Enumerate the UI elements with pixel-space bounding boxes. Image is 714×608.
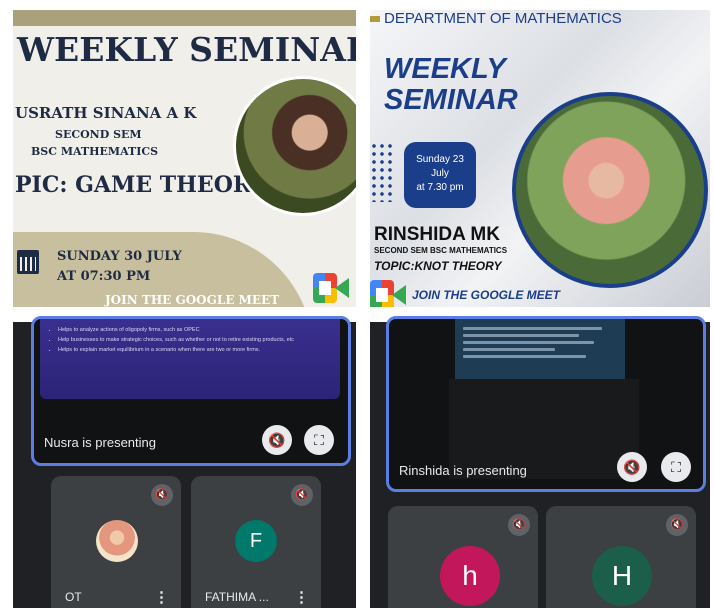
slide-bullet: Help businesses to make strategic choice… <box>58 335 330 345</box>
slide-bullet: Helps to analyze actions of oligopoly fi… <box>58 325 330 335</box>
mic-off-icon[interactable]: 🔇 <box>617 452 647 482</box>
seminar-date-time: AT 07:30 PM <box>57 269 151 284</box>
seminar-poster-right: DEPARTMENT OF MATHEMATICS WEEKLY SEMINAR… <box>370 10 710 307</box>
avatar: H <box>592 546 652 606</box>
presenter-name: RINSHIDA MK <box>374 224 500 245</box>
avatar: h <box>440 546 500 606</box>
google-meet-icon <box>313 273 349 303</box>
date-badge-month: July <box>431 168 449 179</box>
department-logo <box>370 16 380 22</box>
participant-tile[interactable]: 🔇 F FATHIMA ... ⋮ <box>191 476 321 608</box>
mic-off-icon[interactable]: 🔇 <box>262 425 292 455</box>
more-vert-icon[interactable]: ⋮ <box>154 588 169 606</box>
presenter-course: BSC MATHEMATICS <box>31 145 159 158</box>
date-badge-time: at 7.30 pm <box>416 182 464 193</box>
meet-screen-right: Rinshida is presenting 🔇 ⛶ 🔇 h 🔇 H <box>370 316 710 608</box>
participant-tile[interactable]: 🔇 OT ⋮ <box>51 476 181 608</box>
participant-name: OT <box>65 590 82 604</box>
department-name: DEPARTMENT OF MATHEMATICS <box>384 10 622 27</box>
meet-screen-left: Helps to analyze actions of oligopoly fi… <box>13 316 356 608</box>
presenter-semester: SECOND SEM <box>55 128 142 141</box>
mic-off-icon: 🔇 <box>666 514 688 536</box>
seminar-date: SUNDAY 30 JULY AT 07:30 PM <box>57 247 182 287</box>
poster-title-line1: WEEKLY <box>384 53 506 85</box>
participant-tile[interactable]: 🔇 H <box>546 506 696 608</box>
participant-name: FATHIMA ... <box>205 590 269 604</box>
presentation-stage[interactable]: Helps to analyze actions of oligopoly fi… <box>31 316 351 466</box>
seminar-date-day: SUNDAY 30 JULY <box>57 249 182 264</box>
mic-off-icon: 🔇 <box>151 484 173 506</box>
presenter-semester: SECOND SEM BSC MATHEMATICS <box>374 246 508 255</box>
avatar <box>96 520 138 562</box>
presentation-stage[interactable]: Rinshida is presenting 🔇 ⛶ <box>386 316 706 492</box>
seminar-topic: TOPIC:KNOT THEORY <box>374 259 502 273</box>
avatar: F <box>235 520 277 562</box>
date-badge: Sunday 23 July at 7.30 pm <box>404 142 476 208</box>
seminar-poster-left: WEEKLY SEMINAR USRATH SINANA A K SECOND … <box>13 10 356 307</box>
slide-bullet: Helps to explain market equilibrium in a… <box>58 345 330 355</box>
presenter-name: USRATH SINANA A K <box>15 104 197 122</box>
google-meet-icon <box>370 280 406 307</box>
join-meet-text: JOIN THE GOOGLE MEET <box>412 288 561 302</box>
dot-pattern <box>370 142 396 202</box>
presenting-label: Rinshida is presenting <box>399 463 527 478</box>
participant-tile[interactable]: 🔇 h <box>388 506 538 608</box>
presenting-label: Nusra is presenting <box>44 435 156 450</box>
seminar-topic: PIC: GAME THEORY <box>15 172 267 198</box>
presenter-photo <box>512 92 708 288</box>
poster-title: WEEKLY SEMINAR <box>384 54 518 116</box>
fullscreen-icon[interactable]: ⛶ <box>661 452 691 482</box>
mic-off-icon: 🔇 <box>508 514 530 536</box>
mic-off-icon: 🔇 <box>291 484 313 506</box>
poster-title: WEEKLY SEMINAR <box>17 30 356 69</box>
poster-top-band <box>13 10 356 26</box>
join-meet-text: JOIN THE GOOGLE MEET <box>105 293 280 307</box>
shared-slide <box>455 319 625 379</box>
poster-title-line2: SEMINAR <box>384 84 518 116</box>
fullscreen-icon[interactable]: ⛶ <box>304 425 334 455</box>
date-badge-day: Sunday 23 <box>416 154 464 165</box>
more-vert-icon[interactable]: ⋮ <box>294 588 309 606</box>
shared-slide: Helps to analyze actions of oligopoly fi… <box>40 319 340 399</box>
calendar-icon <box>17 250 39 274</box>
